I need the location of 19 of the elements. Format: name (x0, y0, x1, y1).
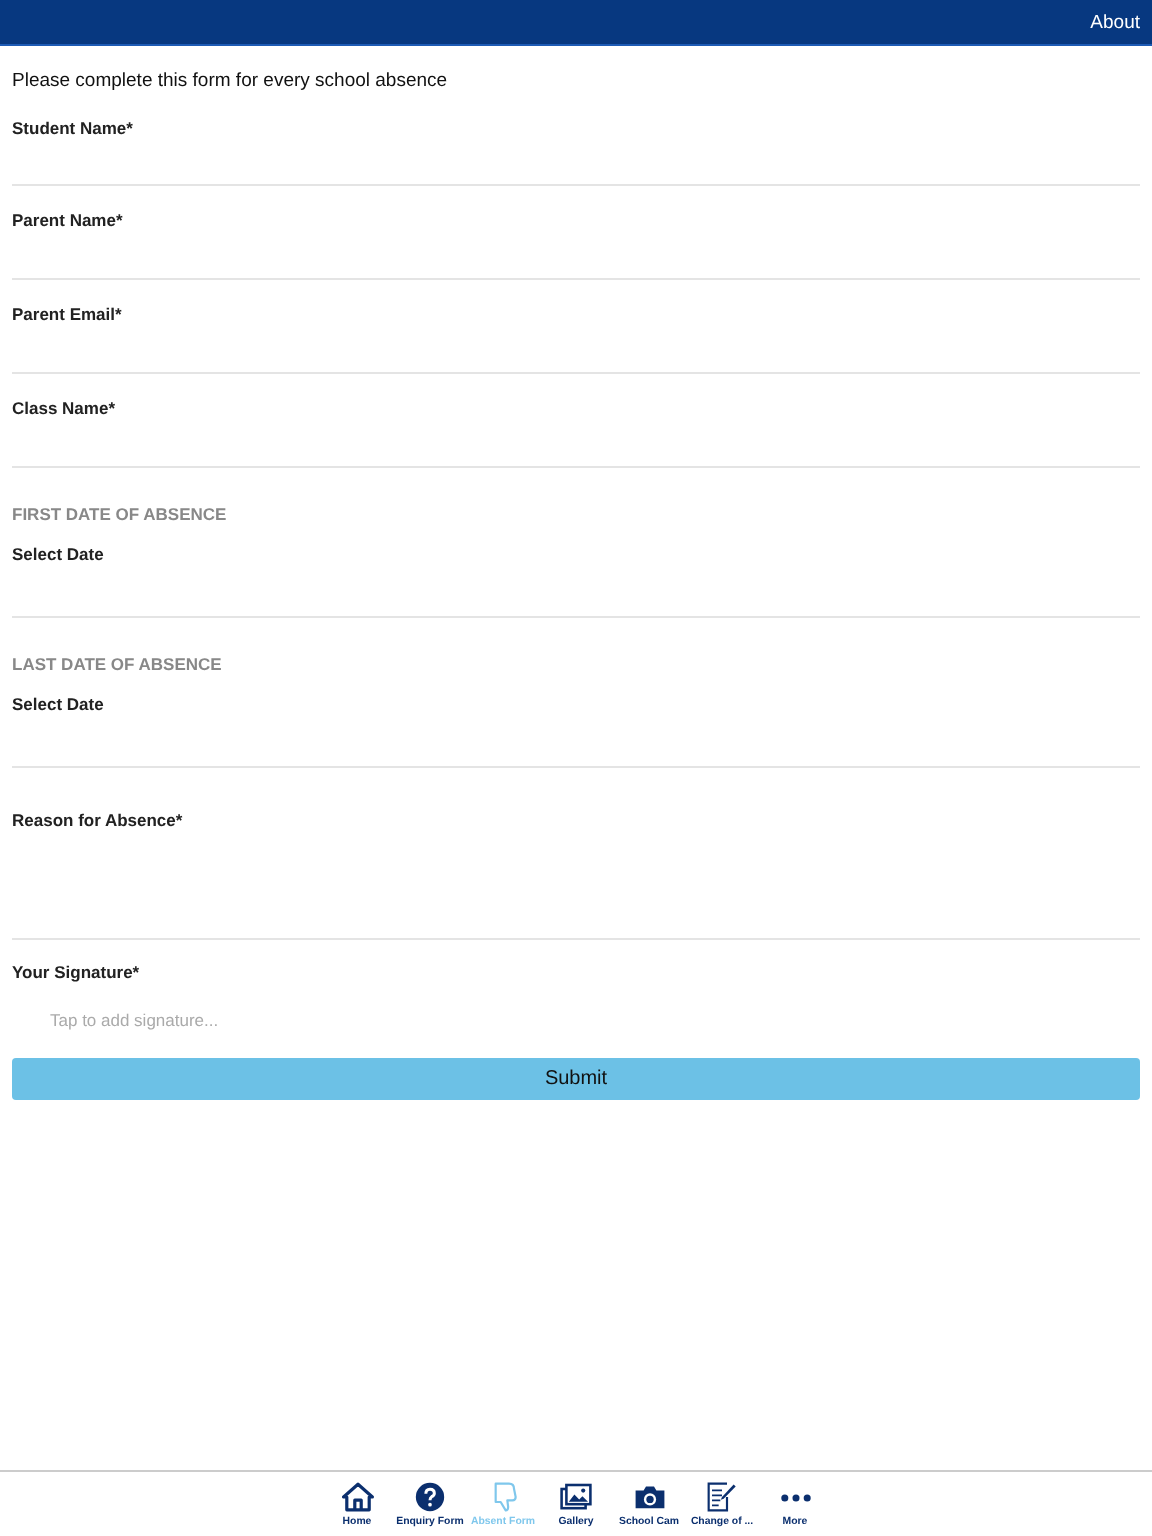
field-label: Class Name* (12, 398, 116, 418)
field-label: Parent Email* (12, 304, 122, 324)
field-label: Reason for Absence* (12, 810, 183, 830)
section-heading: FIRST DATE OF ABSENCE (12, 504, 227, 524)
help-icon (414, 1482, 446, 1512)
document-edit-icon (706, 1482, 738, 1512)
date-label: Select Date (12, 694, 104, 714)
submit-button[interactable]: Submit (12, 1058, 1140, 1100)
gallery-icon (560, 1482, 592, 1512)
date-label: Select Date (12, 544, 104, 564)
field-label: Parent Name* (12, 210, 123, 230)
about-button[interactable]: About (1090, 11, 1140, 33)
camera-icon (633, 1482, 665, 1512)
home-icon (341, 1482, 373, 1512)
more-icon (779, 1492, 811, 1504)
field-label: Your Signature* (12, 962, 140, 982)
section-heading: LAST DATE OF ABSENCE (12, 654, 222, 674)
field-label: Student Name* (12, 118, 133, 138)
intro-text: Please complete this form for every school absence (12, 70, 450, 92)
